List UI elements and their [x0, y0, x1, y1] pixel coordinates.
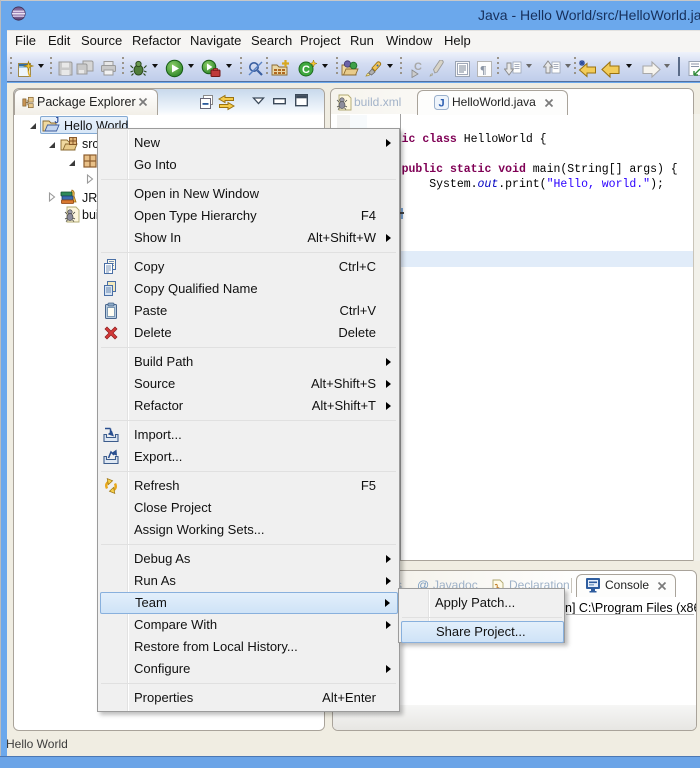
svg-text:J: J	[438, 98, 444, 110]
svg-text:¶: ¶	[480, 63, 486, 77]
svg-text:J: J	[55, 117, 59, 125]
svg-text:C: C	[302, 64, 310, 76]
svg-text:C: C	[414, 61, 422, 73]
